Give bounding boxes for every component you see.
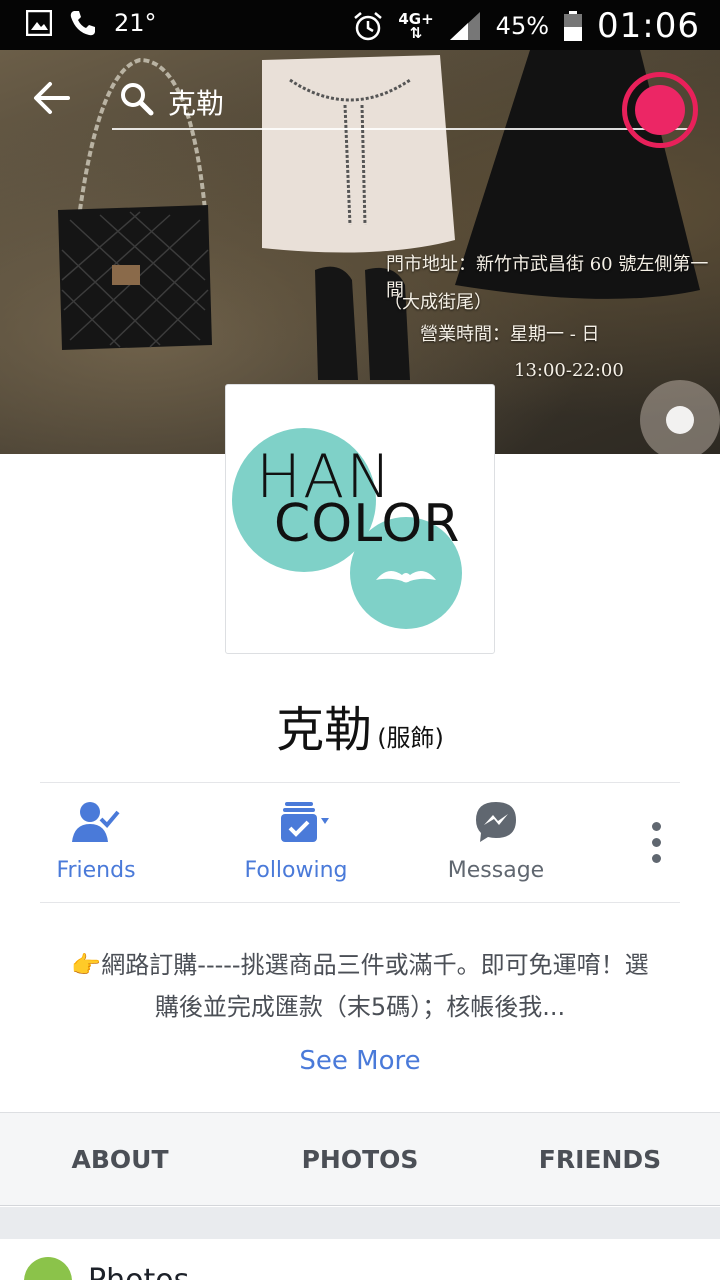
- search-input[interactable]: 克勒: [112, 70, 692, 130]
- alarm-icon: [354, 12, 383, 41]
- following-button[interactable]: Following: [236, 800, 356, 883]
- page-title: 克勒 (服飾): [0, 690, 720, 760]
- store-address-note: （大成街尾）: [384, 292, 492, 313]
- more-dot: [651, 838, 661, 847]
- back-button[interactable]: [32, 78, 82, 122]
- photos-section-title: Photos: [88, 1263, 189, 1280]
- battery-icon: [564, 11, 583, 41]
- han-color-logo: HAN COLOR: [232, 428, 462, 629]
- signal-icon: [449, 12, 480, 40]
- phone-icon: [70, 11, 95, 36]
- back-arrow-icon: [34, 82, 70, 114]
- photos-icon: [24, 1257, 72, 1280]
- action-bar: Friends Following Message: [0, 790, 720, 900]
- message-button[interactable]: Message: [440, 800, 552, 883]
- divider-top: [40, 782, 680, 783]
- page-category: (服飾): [377, 724, 444, 752]
- top-nav: 克勒: [0, 50, 720, 148]
- divider-bottom: [40, 902, 680, 903]
- page-name: 克勒: [276, 702, 373, 758]
- photos-section[interactable]: Photos: [0, 1239, 720, 1280]
- profile-picture[interactable]: HAN COLOR: [225, 384, 495, 654]
- network-label: 4G+: [398, 10, 434, 28]
- section-separator: [0, 1207, 720, 1239]
- temperature-label: 21°: [114, 9, 157, 37]
- following-feed-icon: [281, 802, 329, 842]
- search-icon: [121, 83, 154, 116]
- tab-friends[interactable]: FRIENDS: [500, 1145, 700, 1174]
- search-query: 克勒: [168, 87, 225, 120]
- more-options-button[interactable]: [640, 822, 672, 870]
- messenger-icon: [476, 802, 516, 842]
- logo-text-color: COLOR: [274, 494, 460, 554]
- status-bar: 21° 4G+ ⇅ 45% 01:06: [0, 0, 720, 50]
- tab-photos[interactable]: PHOTOS: [260, 1145, 460, 1174]
- friends-check-icon: [72, 802, 120, 842]
- gallery-icon: [26, 10, 52, 36]
- record-dot: [635, 85, 685, 135]
- friends-button[interactable]: Friends: [40, 800, 152, 883]
- about-snippet: 👉網路訂購-----挑選商品三件或滿千。即可免運唷！選購後並完成匯款（末5碼）；…: [71, 951, 649, 1021]
- record-button[interactable]: [622, 72, 698, 148]
- tab-about[interactable]: ABOUT: [20, 1145, 220, 1174]
- battery-percent: 45%: [495, 12, 550, 40]
- see-more-link[interactable]: See More: [0, 1046, 720, 1076]
- more-dot: [651, 854, 661, 863]
- opening-hours: 13:00-22:00: [514, 360, 624, 381]
- following-label: Following: [244, 858, 348, 883]
- page-tabs: ABOUT PHOTOS FRIENDS: [0, 1112, 720, 1206]
- opening-days: 營業時間：星期一 - 日: [420, 324, 600, 345]
- friends-label: Friends: [56, 858, 136, 883]
- network-type-label: 4G+ ⇅: [398, 10, 434, 42]
- more-dot: [651, 822, 661, 831]
- clock: 01:06: [597, 6, 700, 46]
- message-label: Message: [447, 858, 545, 883]
